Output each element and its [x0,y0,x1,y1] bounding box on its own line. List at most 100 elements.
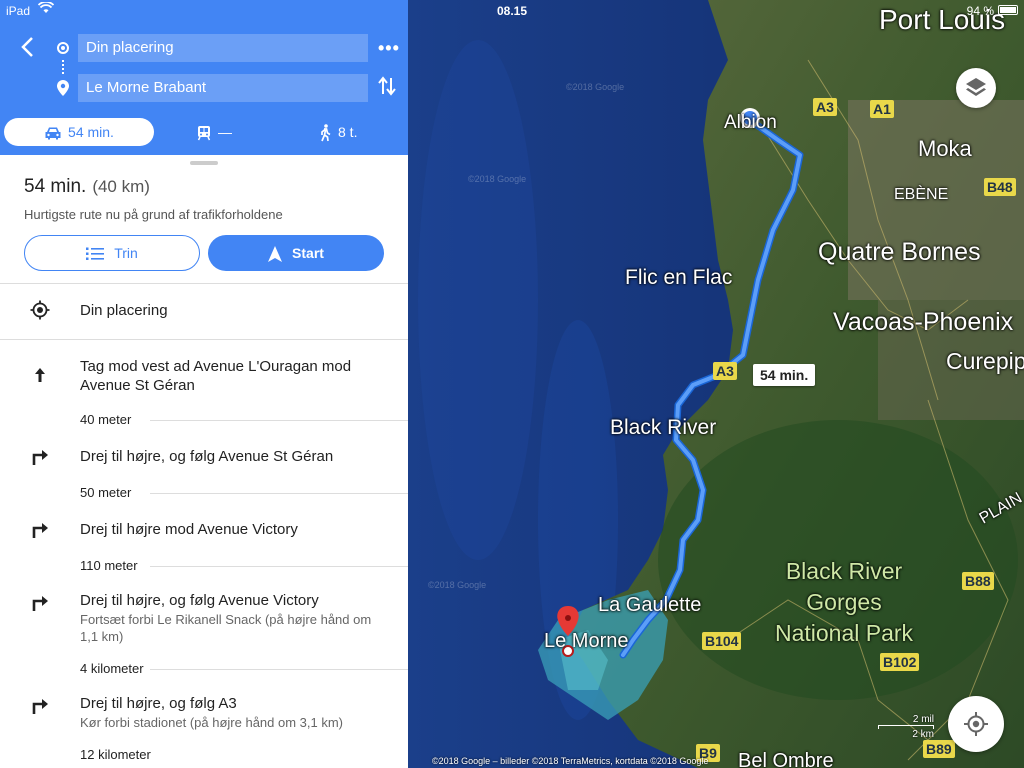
road-badge: B88 [962,572,994,590]
layers-button[interactable] [956,68,996,108]
map-scale: 2 mil 2 km [864,714,934,740]
route-note: Hurtigste rute nu på grund af trafikforh… [24,207,283,222]
device-label: iPad [6,4,31,18]
steps-button[interactable]: Trin [24,235,200,271]
road-badge: A3 [813,98,837,116]
tab-transit-label: — [218,124,232,140]
road-badge: A3 [713,362,737,380]
travel-mode-tabs: 54 min. — 8 t. [0,116,408,148]
route-time: 54 min. [24,176,87,197]
steps-button-label: Trin [114,245,138,261]
battery-percent: 94 % [966,4,994,18]
place-label: Curepip [946,348,1024,374]
wifi-icon [37,1,55,17]
origin-dot-icon [57,42,69,54]
park-label: Black River Gorges National Park [774,558,914,646]
place-label: Quatre Bornes [818,238,981,266]
step-distance: 50 meter [80,485,408,500]
step-distance-label: 12 kilometer [80,747,151,762]
tab-car-label: 54 min. [68,124,114,140]
step-subtext: Fortsæt forbi Le Rikanell Snack (på højr… [80,612,372,644]
step-text: Tag mod vest ad Avenue L'Ouragan mod Ave… [80,358,352,394]
turn-right-icon [30,519,50,539]
place-label: Le Morne [544,630,629,652]
step-text: Drej til højre, og følg Avenue Victory [80,592,319,609]
back-icon[interactable] [20,36,40,60]
map-watermark: ©2018 Google [428,580,487,590]
step-distance: 110 meter [80,558,408,573]
route-distance: (40 km) [92,177,150,196]
step-distance-label: 40 meter [80,412,132,427]
directions-panel: Din placering Le Morne Brabant ••• 54 mi… [0,0,408,768]
destination-input[interactable]: Le Morne Brabant [78,74,368,102]
status-bar: iPad 08.15 94 % [0,0,1024,20]
my-location-icon [30,300,50,320]
place-label: Moka [918,136,972,161]
scale-km: 2 km [912,729,934,740]
scale-miles: 2 mil [912,714,934,725]
tab-car[interactable]: 54 min. [4,118,154,146]
divider [0,339,408,340]
more-icon[interactable]: ••• [378,38,400,59]
road-badge: B104 [702,632,742,650]
place-label: Black River [610,416,717,439]
destination-pin-icon [57,80,69,101]
drag-handle[interactable] [190,161,218,165]
step-text: Drej til højre mod Avenue Victory [80,521,298,538]
walk-icon [321,124,331,142]
map-imagery [408,0,1024,768]
arrow-up-icon [30,365,50,385]
tab-walk-label: 8 t. [338,124,358,140]
place-label: Albion [724,112,777,133]
step-text: Drej til højre, og følg Avenue St Géran [80,448,334,465]
swap-icon[interactable] [378,76,396,101]
battery-icon [998,5,1018,15]
tab-transit[interactable]: — [196,118,232,146]
divider [150,493,408,494]
step-distance-label: 110 meter [80,558,138,573]
step-subtext: Kør forbi stadionet (på højre hånd om 3,… [80,715,344,730]
start-button[interactable]: Start [208,235,384,271]
turn-right-icon [30,446,50,466]
route-time-bubble[interactable]: 54 min. [753,364,816,386]
road-badge: B48 [984,178,1016,196]
step-distance: 4 kilometer [80,661,408,676]
road-badge: B102 [880,653,920,671]
layers-icon [966,78,986,96]
car-icon [45,127,61,140]
step-distance-label: 4 kilometer [80,661,144,676]
satellite-map[interactable]: ©2018 Google ©2018 Google ©2018 Google P… [408,0,1024,768]
tab-walk[interactable]: 8 t. [318,118,357,146]
road-badge: A1 [870,100,894,118]
divider [150,669,408,670]
place-label: La Gaulette [598,594,702,616]
turn-right-icon [30,592,50,612]
map-attribution: ©2018 Google – billeder ©2018 TerraMetri… [432,756,709,766]
step-distance: 12 kilometer [80,747,408,762]
divider [150,566,408,567]
map-watermark: ©2018 Google [468,174,527,184]
clock: 08.15 [497,4,528,18]
place-label: EBÈNE [894,186,949,203]
my-location-button[interactable] [948,696,1004,752]
route-summary: 54 min. (40 km) [24,176,150,198]
crosshair-icon [964,712,988,736]
train-icon [197,126,211,141]
origin-input[interactable]: Din placering [78,34,368,62]
divider [150,420,408,421]
turn-right-icon [30,695,50,715]
place-label: Vacoas-Phoenix [833,308,1014,336]
divider [0,283,408,284]
place-label: Bel Ombre [738,750,834,768]
route-connector-icon [62,60,64,74]
step-distance-label: 50 meter [80,485,132,500]
step-text: Din placering [80,302,168,319]
start-button-label: Start [292,245,324,261]
map-watermark: ©2018 Google [566,82,625,92]
list-icon [86,247,105,261]
navigation-arrow-icon [268,246,283,263]
step-distance: 40 meter [80,412,408,427]
step-text: Drej til højre, og følg A3 [80,695,237,712]
place-label: Flic en Flac [625,266,733,289]
directions-header: Din placering Le Morne Brabant ••• 54 mi… [0,0,408,155]
